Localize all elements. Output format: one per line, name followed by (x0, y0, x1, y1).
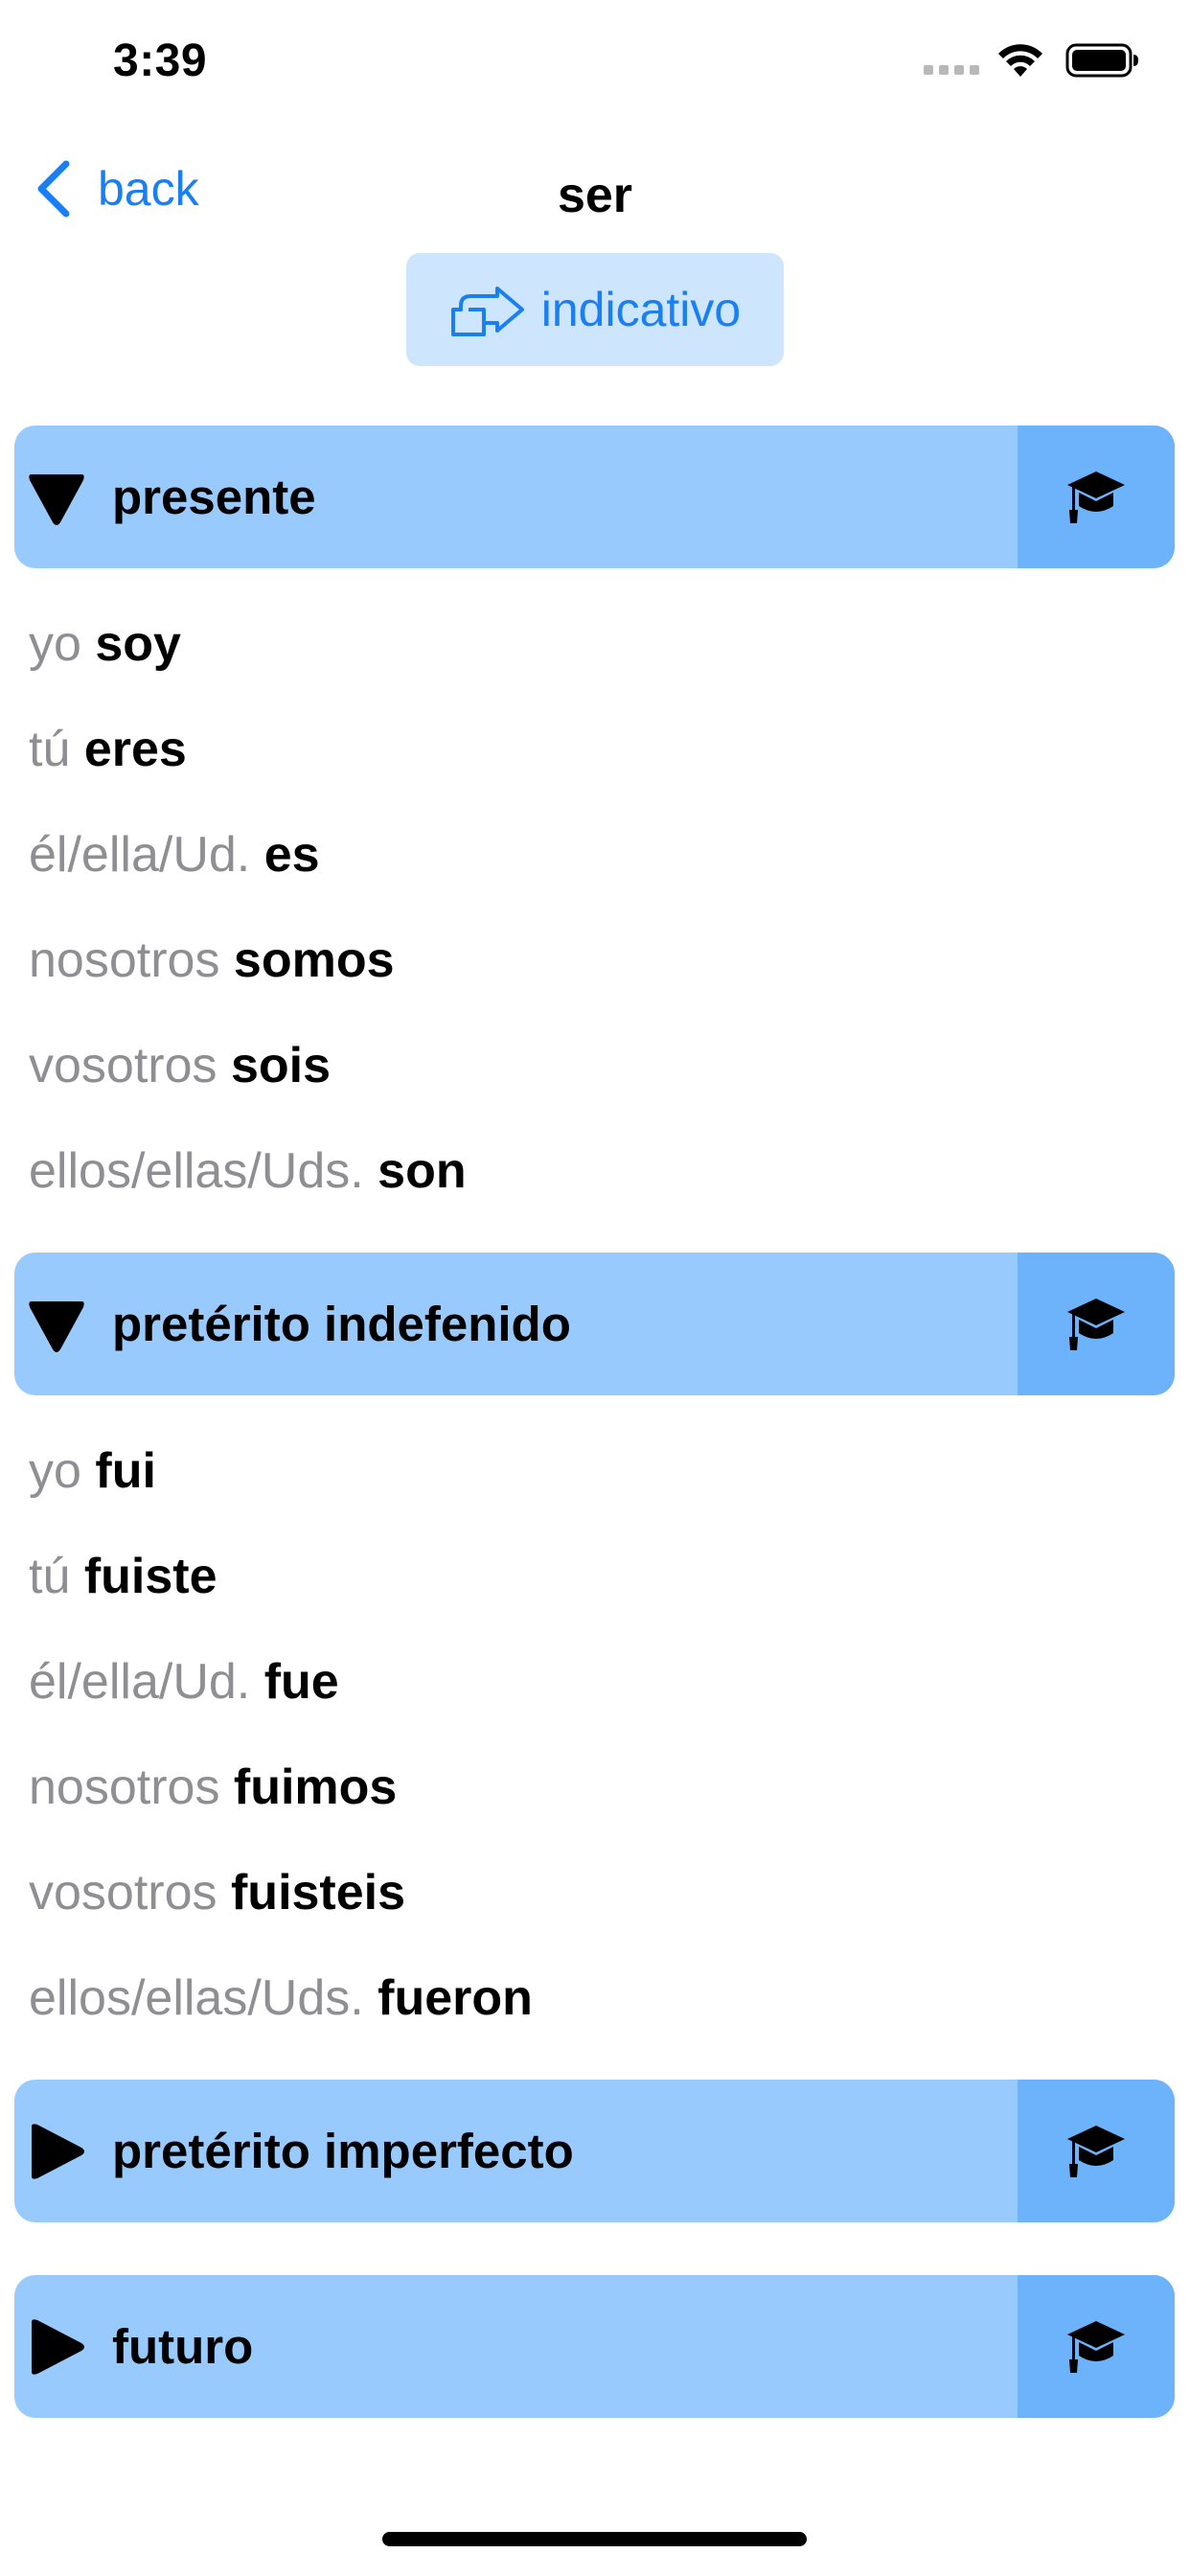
conjugation-row: ellos/ellas/Uds. son (29, 1142, 467, 1200)
pronoun: nosotros (29, 1760, 220, 1815)
verb-form: fuimos (233, 1760, 398, 1815)
verb-form: eres (83, 722, 187, 777)
pronoun: vosotros (29, 1865, 217, 1920)
cellular-signal-icon (924, 65, 979, 75)
triangle-down-icon (29, 1300, 84, 1352)
triangle-right-icon (32, 2318, 84, 2375)
tense-label: pretérito indefenido (112, 1297, 571, 1351)
screen: 3:39 back ser indicativo presente yo soy… (0, 0, 1190, 2576)
triangle-right-icon (32, 2123, 84, 2179)
verb-form: sois (230, 1038, 332, 1093)
status-icons (924, 42, 1140, 79)
tense-label: futuro (112, 2319, 254, 2374)
conjugation-row: ellos/ellas/Uds. fueron (29, 1969, 533, 2027)
conjugation-row: vosotros fuisteis (29, 1864, 405, 1921)
page-title: ser (557, 168, 633, 223)
status-time: 3:39 (113, 35, 208, 86)
tense-header-futuro[interactable]: futuro (14, 2275, 1175, 2418)
pronoun: él/ella/Ud. (29, 827, 251, 883)
quiz-button[interactable] (1018, 2275, 1175, 2418)
graduation-cap-icon (1067, 2320, 1125, 2373)
tense-header-presente[interactable]: presente (14, 426, 1175, 568)
tense-header-preterito-indefenido[interactable]: pretérito indefenido (14, 1253, 1175, 1395)
conjugation-row: él/ella/Ud. es (29, 826, 320, 884)
pronoun: él/ella/Ud. (29, 1654, 251, 1710)
conjugation-row: tú eres (29, 721, 187, 778)
tense-label: presente (112, 470, 316, 524)
tense-label: pretérito imperfecto (112, 2124, 574, 2178)
conjugation-row: yo soy (29, 615, 181, 673)
conjugation-row: nosotros somos (29, 932, 395, 989)
conjugation-row: vosotros sois (29, 1037, 331, 1094)
pronoun: yo (29, 616, 81, 672)
verb-form: soy (95, 616, 181, 672)
quiz-button[interactable] (1018, 426, 1175, 568)
verb-form: son (378, 1143, 467, 1199)
verb-form: fueron (378, 1970, 533, 2026)
navigation-bar: back ser (0, 144, 1190, 240)
pronoun: yo (29, 1443, 81, 1499)
pronoun: ellos/ellas/Uds. (29, 1143, 364, 1199)
tense-header-preterito-imperfecto[interactable]: pretérito imperfecto (14, 2080, 1175, 2222)
pronoun: tú (29, 1549, 71, 1604)
verb-form: fuisteis (230, 1865, 406, 1920)
verb-form: es (263, 827, 320, 883)
graduation-cap-icon (1067, 1298, 1125, 1350)
verb-form: fuiste (83, 1549, 217, 1604)
pronoun: tú (29, 722, 71, 777)
pronoun: ellos/ellas/Uds. (29, 1970, 364, 2026)
conjugation-row: tú fuiste (29, 1548, 217, 1605)
verb-form: fui (95, 1443, 156, 1499)
verb-form: fue (263, 1654, 339, 1710)
quiz-button[interactable] (1018, 1253, 1175, 1395)
verb-form: somos (233, 932, 395, 988)
battery-icon (1065, 43, 1138, 78)
pronoun: nosotros (29, 932, 220, 988)
graduation-cap-icon (1067, 471, 1125, 523)
pronoun: vosotros (29, 1038, 217, 1093)
wifi-icon (998, 44, 1042, 77)
arrow-right-outline-icon (450, 287, 524, 336)
graduation-cap-icon (1067, 2125, 1125, 2177)
conjugation-row: yo fui (29, 1442, 156, 1500)
mood-label: indicativo (540, 283, 742, 336)
conjugation-row: nosotros fuimos (29, 1759, 397, 1816)
home-indicator[interactable] (382, 2532, 807, 2546)
conjugation-row: él/ella/Ud. fue (29, 1653, 339, 1711)
quiz-button[interactable] (1018, 2080, 1175, 2222)
triangle-down-icon (29, 473, 84, 525)
mood-toggle-button[interactable]: indicativo (406, 253, 784, 366)
status-bar: 3:39 (0, 0, 1190, 126)
